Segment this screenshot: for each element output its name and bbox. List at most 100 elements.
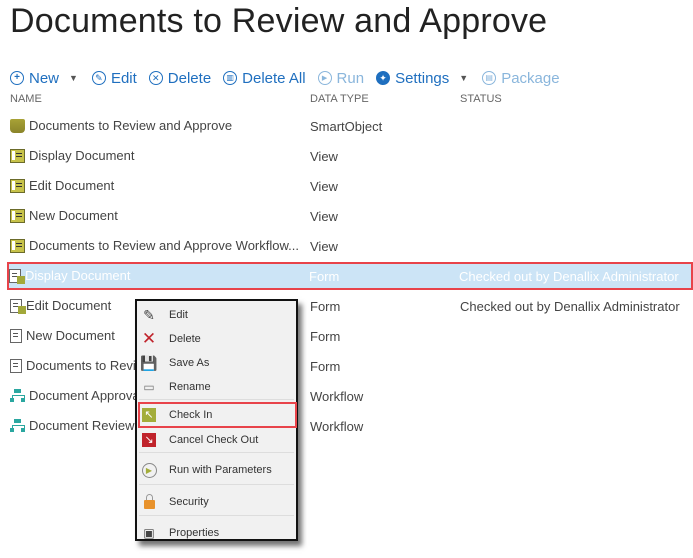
row-name-text: Documents to Review and Approve Workflow…: [29, 238, 299, 253]
row-name: Display Document: [9, 268, 131, 284]
row-name: Document Review: [10, 418, 135, 433]
table-row[interactable]: Edit Document Form Checked out by Denallix…: [10, 294, 693, 318]
context-menu-item-label: Security: [169, 496, 209, 508]
context-menu-item-save-as[interactable]: 💾 Save As: [137, 352, 296, 374]
wrench-icon: ✦: [376, 71, 391, 85]
smartobject-icon: [10, 118, 25, 133]
delete-x-icon: ✕: [141, 329, 157, 348]
row-name-text: New Document: [26, 328, 115, 343]
form-checked-out-icon: [9, 268, 25, 284]
column-header-data-type[interactable]: DATA TYPE: [310, 93, 369, 105]
row-data-type: Form: [310, 299, 341, 314]
context-menu-item-edit[interactable]: ✎ Edit: [137, 304, 296, 326]
context-menu-item-label: Edit: [169, 309, 188, 321]
row-name-text: Edit Document: [26, 298, 112, 313]
settings-button[interactable]: ✦ Settings: [376, 70, 449, 87]
row-name-text: Documents to Review and Approve: [29, 118, 233, 133]
edit-label: Edit: [110, 69, 137, 87]
table-row[interactable]: New Document View: [10, 204, 693, 228]
page-title: Documents to Review and Approve: [10, 2, 548, 40]
pencil-icon: ✎: [91, 71, 106, 85]
row-name: Edit Document: [10, 178, 114, 193]
row-name: Display Document: [10, 148, 135, 163]
package-label: Package: [501, 69, 560, 87]
plus-icon: +: [10, 71, 24, 85]
form-icon: [10, 358, 22, 373]
context-menu-item-delete[interactable]: ✕ Delete: [137, 328, 296, 350]
close-icon: ✕: [148, 71, 163, 85]
table-row[interactable]: New Document Form: [10, 324, 693, 348]
row-data-type: View: [310, 179, 338, 194]
view-icon: [10, 148, 25, 163]
context-menu-separator: [139, 515, 294, 516]
check-in-icon: ↖: [141, 407, 157, 423]
row-name-text: New Document: [29, 208, 118, 223]
row-data-type: Form: [310, 359, 341, 374]
context-menu-item-rename[interactable]: ▭ Rename: [137, 376, 296, 398]
trash-icon: ▥: [223, 71, 238, 85]
column-header-name[interactable]: NAME: [10, 93, 42, 105]
row-name: New Document: [10, 208, 118, 223]
view-icon: [10, 238, 25, 253]
row-name-text: Display Document: [25, 268, 131, 283]
table-row[interactable]: Documents to Review and Approve SmartObje…: [10, 114, 693, 138]
lock-icon: [141, 494, 157, 510]
context-menu-item-label: Cancel Check Out: [169, 434, 259, 446]
edit-button[interactable]: ✎ Edit: [91, 69, 137, 87]
delete-all-label: Delete All: [242, 69, 306, 87]
context-menu-item-label: Save As: [169, 357, 210, 369]
play-icon: ▶: [317, 71, 332, 85]
cancel-check-out-icon: ↘: [141, 432, 157, 448]
table-row[interactable]: Documents to Review and Approve Form: [10, 354, 693, 378]
form-checked-out-icon: [10, 298, 26, 314]
context-menu-separator: [139, 399, 294, 400]
row-name-text: Document Review: [29, 418, 135, 433]
package-icon: ▤: [482, 71, 497, 85]
row-status: Checked out by Denallix Administrator: [460, 299, 680, 314]
context-menu-item-label: Properties: [169, 527, 220, 539]
table-row[interactable]: Documents to Review and Approve Workflow…: [10, 234, 693, 258]
column-header-status[interactable]: STATUS: [460, 93, 502, 105]
run-button[interactable]: ▶ Run: [317, 69, 365, 87]
row-data-type: View: [310, 149, 338, 164]
save-as-icon: 💾: [140, 354, 158, 371]
context-menu-item-cancel-check-out[interactable]: ↘ Cancel Check Out: [137, 429, 296, 451]
table-row[interactable]: Document Review Workflow: [10, 414, 693, 438]
context-menu-separator: [139, 484, 294, 485]
context-menu-item-properties[interactable]: ▣ Properties: [137, 522, 296, 544]
package-button[interactable]: ▤ Package: [482, 69, 560, 87]
delete-all-button[interactable]: ▥ Delete All: [223, 69, 306, 87]
pencil-icon: ✎: [143, 306, 155, 323]
settings-dropdown-caret-icon[interactable]: ▼: [459, 73, 468, 83]
context-menu-separator: [139, 452, 294, 453]
run-parameters-icon: ▶: [141, 462, 157, 478]
table-row[interactable]: Document Approval Workflow: [10, 384, 693, 408]
row-data-type: SmartObject: [310, 119, 383, 134]
context-menu-item-security[interactable]: Security: [137, 491, 296, 513]
row-data-type: Workflow: [310, 389, 364, 404]
row-data-type: Form: [309, 269, 340, 284]
row-status: Checked out by Denallix Administrator: [459, 269, 679, 284]
context-menu-item-check-in[interactable]: ↖ Check In: [138, 402, 297, 428]
row-data-type: Workflow: [310, 419, 364, 434]
context-menu-item-run-with-parameters[interactable]: ▶ Run with Parameters: [137, 459, 296, 481]
new-button[interactable]: + New: [10, 70, 59, 87]
run-label: Run: [336, 69, 365, 87]
new-label: New: [29, 69, 60, 87]
row-name-text: Display Document: [29, 148, 135, 163]
rename-icon: ▭: [143, 380, 155, 394]
properties-icon: ▣: [143, 526, 155, 540]
row-data-type: Form: [310, 329, 341, 344]
view-icon: [10, 178, 25, 193]
workflow-icon: [10, 418, 25, 433]
view-icon: [10, 208, 25, 223]
new-dropdown-caret-icon[interactable]: ▼: [69, 73, 78, 83]
row-name-text: Edit Document: [29, 178, 115, 193]
table-row[interactable]: Display Document View: [10, 144, 693, 168]
row-name-text: Document Approval: [29, 388, 143, 403]
delete-button[interactable]: ✕ Delete: [148, 70, 211, 87]
table-row-selected[interactable]: Display Document Form Checked out by Denal…: [7, 262, 693, 290]
settings-label: Settings: [395, 69, 450, 87]
table-row[interactable]: Edit Document View: [10, 174, 693, 198]
row-data-type: View: [310, 209, 338, 224]
